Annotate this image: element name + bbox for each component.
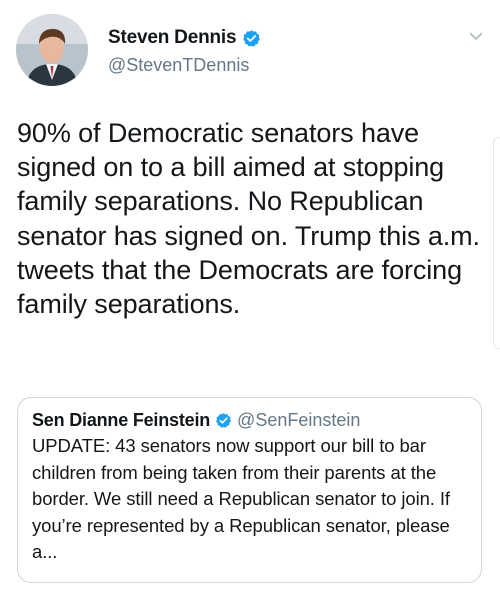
- quoted-tweet-card[interactable]: Sen Dianne Feinstein @SenFeinstein UPDAT…: [17, 397, 482, 583]
- quoted-author-handle: @SenFeinstein: [237, 410, 361, 430]
- tweet-text: 90% of Democratic senators have signed o…: [17, 118, 480, 320]
- profile-photo: [16, 14, 88, 86]
- quoted-author-name: Sen Dianne Feinstein: [32, 410, 211, 430]
- author-name-row: Steven Dennis: [108, 27, 261, 49]
- avatar[interactable]: [16, 14, 88, 86]
- chevron-down-icon[interactable]: [468, 28, 484, 44]
- adjacent-card-edge: [493, 137, 500, 349]
- verified-badge-icon: [242, 29, 261, 48]
- verified-badge-icon: [215, 412, 232, 429]
- author-display-name[interactable]: Steven Dennis: [108, 27, 237, 49]
- author-handle[interactable]: @StevenTDennis: [108, 55, 249, 76]
- quoted-tweet-text: UPDATE: 43 senators now support our bill…: [32, 435, 450, 562]
- quoted-tweet-header: Sen Dianne Feinstein @SenFeinstein: [32, 410, 467, 431]
